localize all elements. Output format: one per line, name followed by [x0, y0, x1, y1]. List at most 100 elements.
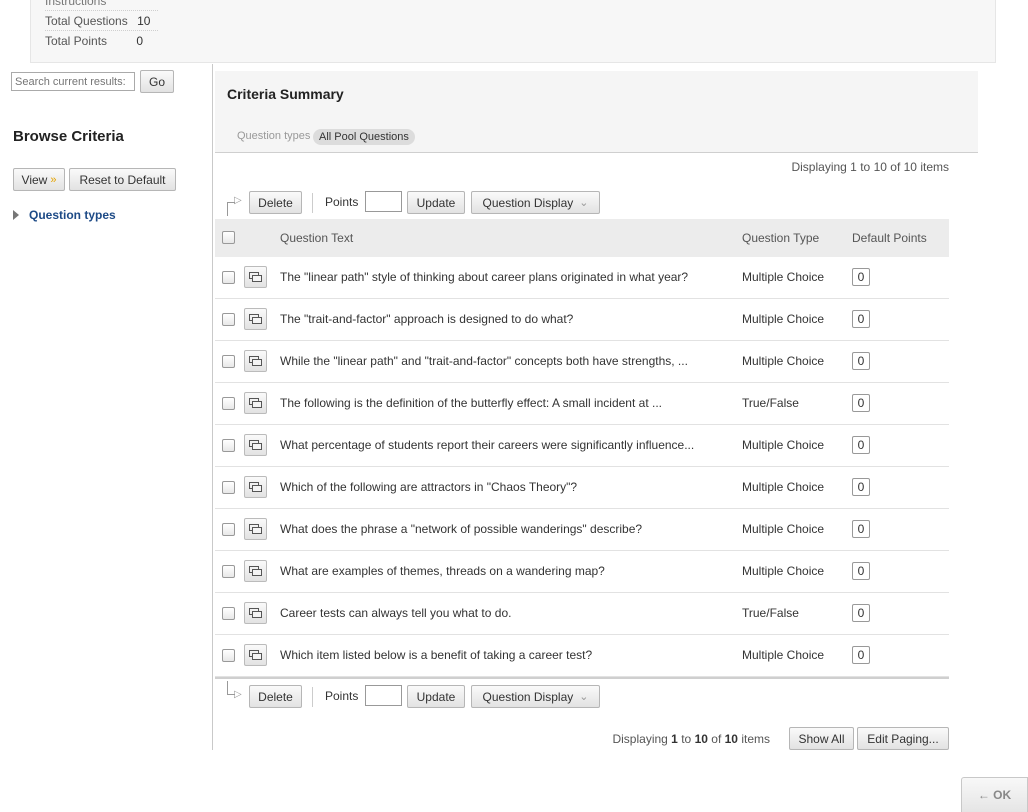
paging-total: 10 [724, 732, 738, 746]
question-types-label: Question types [237, 130, 311, 142]
row-checkbox[interactable] [222, 271, 235, 284]
row-checkbox[interactable] [222, 397, 235, 410]
row-checkbox[interactable] [222, 481, 235, 494]
points-input[interactable] [365, 685, 402, 706]
tree-item-question-types[interactable]: Question types [13, 208, 116, 222]
preview-button[interactable] [244, 266, 267, 288]
default-points-value: 0 [852, 646, 870, 664]
double-chevron-down-icon: » [50, 173, 57, 186]
preview-button[interactable] [244, 308, 267, 330]
question-text[interactable]: What percentage of students report their… [280, 438, 710, 452]
question-type: Multiple Choice [742, 648, 825, 662]
default-points-value: 0 [852, 520, 870, 538]
chevron-down-icon: ⌄ [579, 691, 589, 703]
preview-windows-icon [249, 440, 262, 450]
row-checkbox[interactable] [222, 439, 235, 452]
row-checkbox[interactable] [222, 649, 235, 662]
row-checkbox[interactable] [222, 523, 235, 536]
preview-button[interactable] [244, 602, 267, 624]
paging-to: to [860, 160, 871, 174]
total-points-value: 0 [136, 34, 144, 48]
preview-button[interactable] [244, 350, 267, 372]
paging-start: 1 [850, 160, 857, 174]
question-text[interactable]: What are examples of themes, threads on … [280, 564, 710, 578]
info-divider [45, 30, 158, 31]
table-header: Question Text Question Type Default Poin… [215, 219, 949, 257]
question-type: Multiple Choice [742, 480, 825, 494]
ok-button[interactable]: ← OK [961, 777, 1028, 812]
question-text[interactable]: Which item listed below is a benefit of … [280, 648, 710, 662]
expand-arrow-icon[interactable] [13, 210, 19, 220]
preview-button[interactable] [244, 518, 267, 540]
question-display-button[interactable]: Question Display ⌄ [471, 685, 600, 708]
preview-button[interactable] [244, 644, 267, 666]
total-points-row: Total Points 0 [45, 34, 143, 48]
delete-button[interactable]: Delete [249, 685, 302, 708]
paging-total: 10 [903, 160, 917, 174]
question-type: True/False [742, 606, 799, 620]
row-checkbox[interactable] [222, 565, 235, 578]
default-points-value: 0 [852, 310, 870, 328]
preview-windows-icon [249, 314, 262, 324]
question-display-label: Question Display [482, 689, 574, 704]
preview-button[interactable] [244, 392, 267, 414]
go-button[interactable]: Go [140, 70, 174, 93]
preview-button[interactable] [244, 434, 267, 456]
paging-of: of [890, 160, 901, 174]
column-question-type[interactable]: Question Type [742, 231, 819, 245]
search-input[interactable] [11, 72, 135, 91]
update-button[interactable]: Update [407, 191, 465, 214]
row-checkbox[interactable] [222, 607, 235, 620]
preview-button[interactable] [244, 560, 267, 582]
column-default-points[interactable]: Default Points [852, 231, 927, 245]
question-text[interactable]: Career tests can always tell you what to… [280, 606, 710, 620]
edit-paging-button[interactable]: Edit Paging... [857, 727, 949, 750]
question-text[interactable]: While the "linear path" and "trait-and-f… [280, 354, 710, 368]
paging-start: 1 [671, 732, 678, 746]
table-row: The "trait-and-factor" approach is desig… [215, 299, 949, 341]
view-button[interactable]: View » [13, 168, 65, 191]
instructions-label: Instructions [45, 0, 107, 8]
question-text[interactable]: The "trait-and-factor" approach is desig… [280, 312, 710, 326]
assessment-info-panel: Instructions Total Questions 10 Total Po… [30, 0, 996, 63]
question-text[interactable]: The following is the definition of the b… [280, 396, 710, 410]
default-points-value: 0 [852, 352, 870, 370]
question-type: Multiple Choice [742, 270, 825, 284]
criteria-summary: Criteria Summary Question types All Pool… [215, 71, 978, 153]
question-text[interactable]: The "linear path" style of thinking abou… [280, 270, 710, 284]
main-content: Criteria Summary Question types All Pool… [215, 64, 1028, 750]
question-text[interactable]: What does the phrase a "network of possi… [280, 522, 710, 536]
chevron-down-icon: ⌄ [579, 197, 589, 209]
points-input[interactable] [365, 191, 402, 212]
select-all-checkbox[interactable] [222, 231, 235, 244]
paging-items: items [920, 160, 949, 174]
question-display-button[interactable]: Question Display ⌄ [471, 191, 600, 214]
default-points-value: 0 [852, 604, 870, 622]
question-types-chip[interactable]: All Pool Questions [313, 129, 415, 145]
tree-item-label[interactable]: Question types [29, 208, 116, 222]
question-text[interactable]: Which of the following are attractors in… [280, 480, 710, 494]
info-divider [45, 10, 158, 11]
row-checkbox[interactable] [222, 355, 235, 368]
table-row: Which of the following are attractors in… [215, 467, 949, 509]
preview-button[interactable] [244, 476, 267, 498]
show-all-button[interactable]: Show All [789, 727, 854, 750]
preview-windows-icon [249, 650, 262, 660]
default-points-value: 0 [852, 562, 870, 580]
row-checkbox[interactable] [222, 313, 235, 326]
column-question-text[interactable]: Question Text [280, 231, 353, 245]
update-button[interactable]: Update [407, 685, 465, 708]
table-row: Which item listed below is a benefit of … [215, 635, 949, 677]
table-row: The "linear path" style of thinking abou… [215, 257, 949, 299]
delete-button[interactable]: Delete [249, 191, 302, 214]
table-row: The following is the definition of the b… [215, 383, 949, 425]
view-label: View [21, 172, 48, 187]
paging-summary-bottom: Displaying 1 to 10 of 10 items [612, 732, 770, 746]
question-type: Multiple Choice [742, 312, 825, 326]
divider [312, 687, 313, 707]
paging-items: items [741, 732, 770, 746]
preview-windows-icon [249, 272, 262, 282]
total-points-label: Total Points [45, 34, 108, 48]
reset-to-default-button[interactable]: Reset to Default [69, 168, 176, 191]
action-bar-bottom: ▷ Delete Points Update Question Display … [215, 681, 949, 711]
